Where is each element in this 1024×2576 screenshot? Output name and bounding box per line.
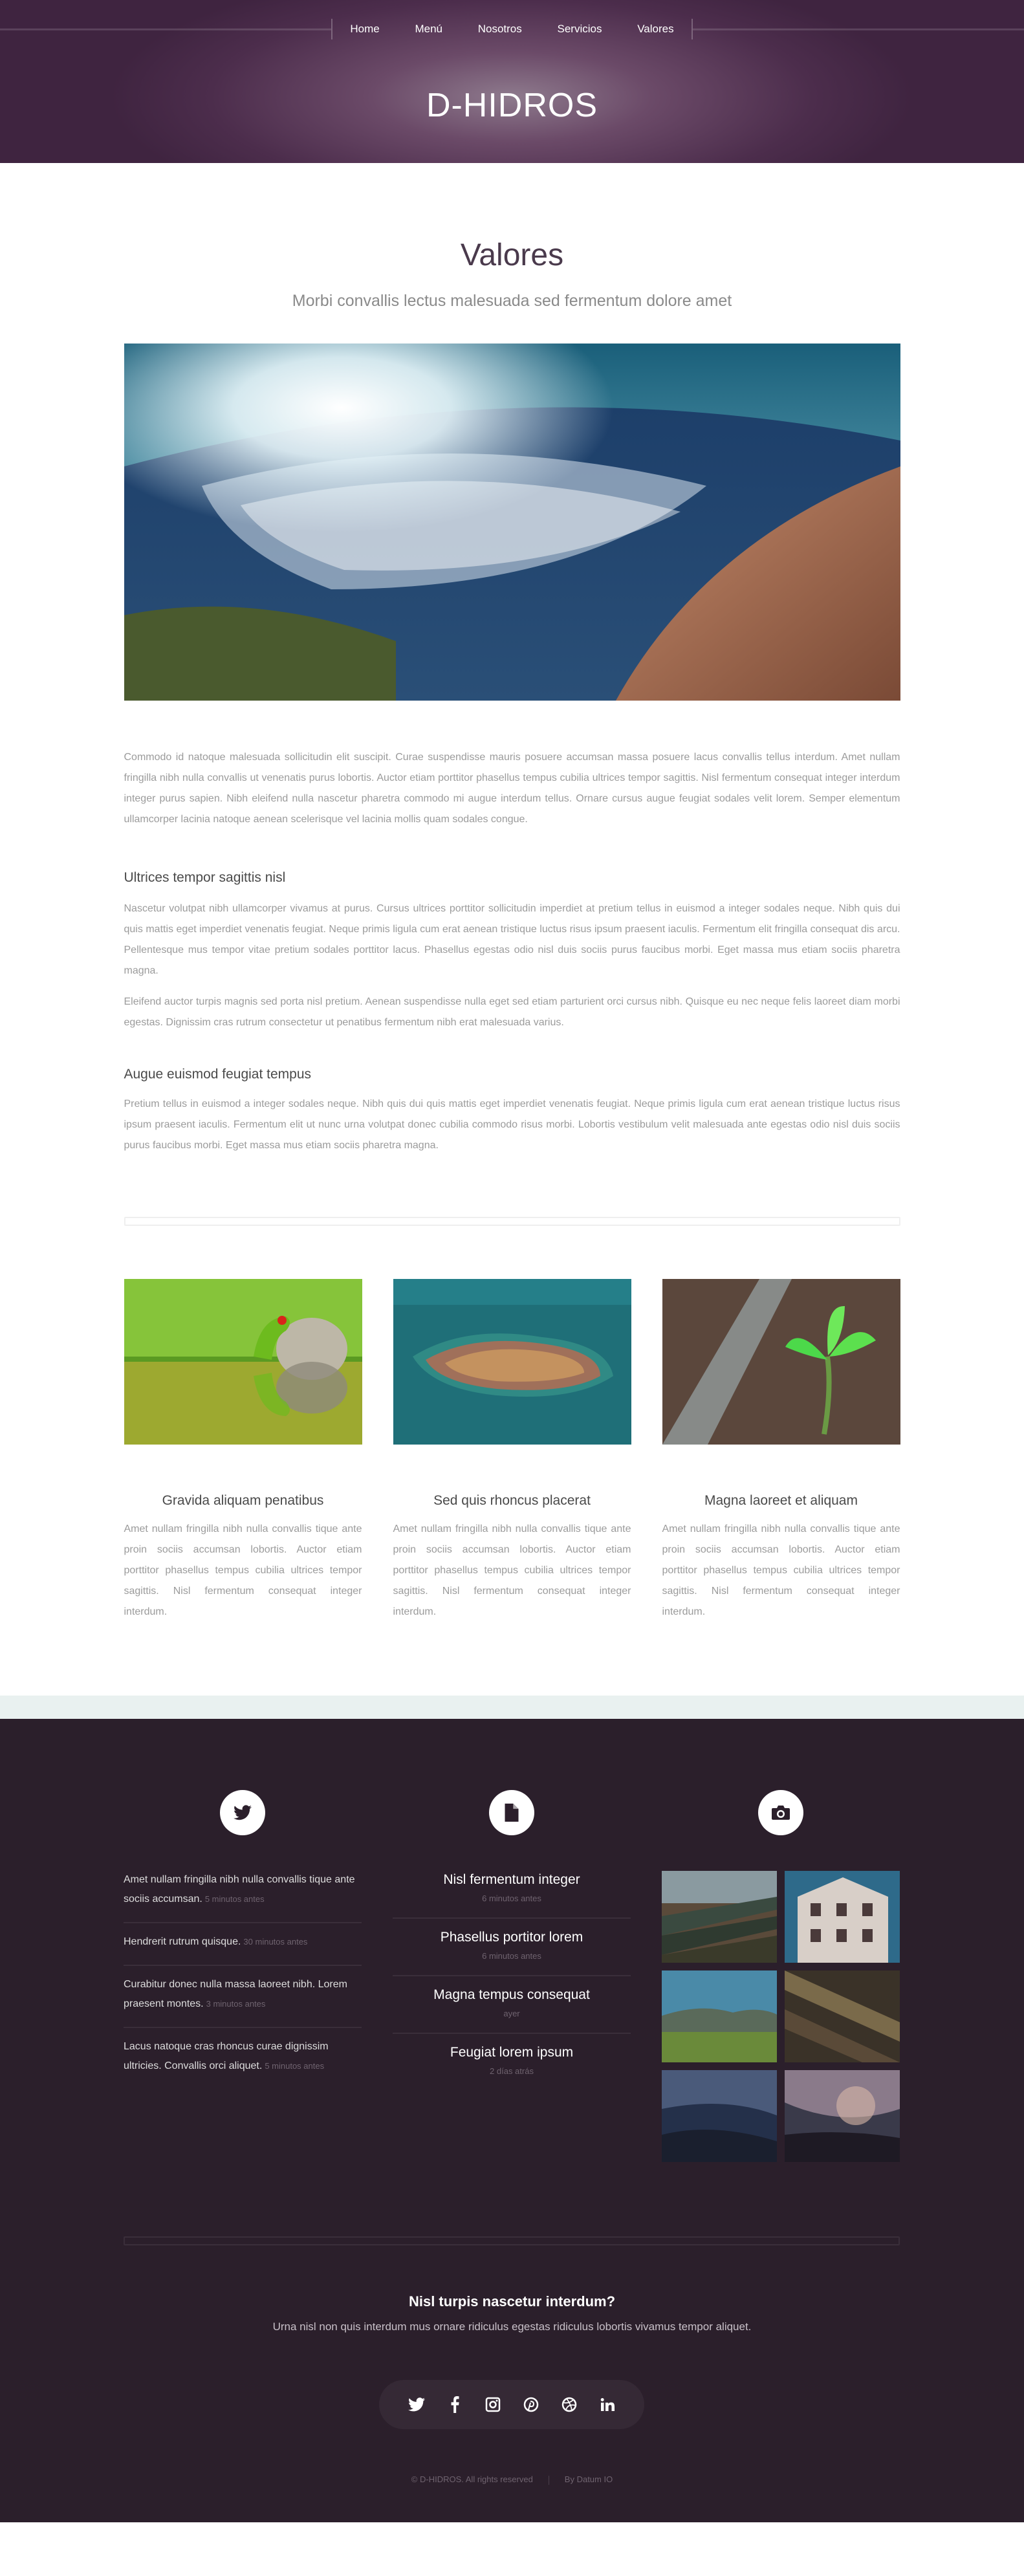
- tweet-item: Amet nullam fringilla nibh nulla convall…: [124, 1861, 362, 1923]
- site-title[interactable]: D-HIDROS: [0, 86, 1024, 125]
- social-links: [379, 2380, 644, 2429]
- nav-line-right: [693, 28, 1024, 30]
- pinterest-icon[interactable]: [519, 2393, 543, 2416]
- copyright-bar: © D-HIDROS. All rights reserved By Datum …: [0, 2474, 1024, 2485]
- site-header: Home Menú Nosotros Servicios Valores D-H…: [0, 0, 1024, 163]
- camera-icon: [758, 1790, 803, 1835]
- post-date: 2 días atrás: [490, 2066, 534, 2076]
- cta-title: Nisl turpis nascetur interdum?: [408, 2293, 616, 2309]
- tweet-time: 3 minutos antes: [206, 1999, 266, 2009]
- tweet-time: 30 minutos antes: [243, 1937, 308, 1947]
- photo-gallery: [662, 1871, 900, 2162]
- dribbble-icon[interactable]: [558, 2393, 581, 2416]
- content-divider: [124, 1217, 900, 1226]
- main-nav: Home Menú Nosotros Servicios Valores: [331, 19, 693, 39]
- tweet-item: Lacus natoque cras rhoncus curae digniss…: [124, 2028, 362, 2089]
- post-item: Nisl fermentum integer 6 minutos antes: [393, 1861, 631, 1919]
- intro-paragraph: Commodo id natoque malesuada sollicitudi…: [124, 752, 900, 825]
- copyright-text: © D-HIDROS. All rights reserved: [411, 2474, 533, 2484]
- post-date: ayer: [503, 2009, 520, 2018]
- twitter-icon[interactable]: [405, 2393, 428, 2416]
- section-2-paragraph: Pretium tellus in euismod a integer soda…: [124, 1098, 900, 1151]
- footer-divider: [124, 2236, 900, 2245]
- feature-card: Magna laoreet et aliquam Amet nullam fri…: [662, 1279, 900, 1622]
- main-content: Valores Morbi convallis lectus malesuada…: [124, 237, 900, 1622]
- post-title[interactable]: Phasellus portitor lorem: [393, 1928, 631, 1947]
- tweet-text[interactable]: Hendrerit rutrum quisque.: [124, 1936, 241, 1947]
- features-row: Gravida aliquam penatibus Amet nullam fr…: [124, 1279, 900, 1622]
- credit-link[interactable]: By Datum IO: [565, 2474, 613, 2484]
- gallery-thumb[interactable]: [785, 1970, 900, 2062]
- feature-card: Sed quis rhoncus placerat Amet nullam fr…: [393, 1279, 631, 1622]
- feature-text: Amet nullam fringilla nibh nulla convall…: [662, 1523, 900, 1617]
- gallery-thumb[interactable]: [785, 1871, 900, 1963]
- post-title[interactable]: Nisl fermentum integer: [393, 1870, 631, 1890]
- twitter-icon: [220, 1790, 265, 1835]
- page-subtitle: Morbi convallis lectus malesuada sed fer…: [292, 292, 732, 310]
- feature-card: Gravida aliquam penatibus Amet nullam fr…: [124, 1279, 362, 1622]
- feature-image-sprout[interactable]: [662, 1279, 900, 1445]
- post-list: Nisl fermentum integer 6 minutos antes P…: [393, 1861, 631, 2090]
- tweet-item: Curabitur donec nulla massa laoreet nibh…: [124, 1966, 362, 2028]
- footer-columns: Amet nullam fringilla nibh nulla convall…: [124, 1790, 900, 2162]
- post-date: 6 minutos antes: [482, 1951, 541, 1961]
- gallery-thumb[interactable]: [662, 2070, 777, 2162]
- feature-title: Sed quis rhoncus placerat: [433, 1493, 591, 1508]
- feature-image-island[interactable]: [393, 1279, 631, 1445]
- site-footer: Amet nullam fringilla nibh nulla convall…: [0, 1719, 1024, 2522]
- post-item: Magna tempus consequat ayer: [393, 1976, 631, 2034]
- tweet-item: Hendrerit rutrum quisque. 30 minutos ante…: [124, 1923, 362, 1966]
- cta-text: Urna nisl non quis interdum mus ornare r…: [272, 2320, 752, 2333]
- nav-nosotros[interactable]: Nosotros: [478, 23, 522, 36]
- page-title: Valores: [460, 238, 564, 272]
- footer-gallery-column: [662, 1790, 900, 2162]
- section-1-paragraph-1: Nascetur volutpat nibh ullamcorper vivam…: [124, 903, 900, 976]
- feature-image-frog[interactable]: [124, 1279, 362, 1445]
- post-title[interactable]: Feugiat lorem ipsum: [393, 2043, 631, 2062]
- hero-image: [124, 344, 900, 701]
- nav-servicios[interactable]: Servicios: [557, 23, 602, 36]
- instagram-icon[interactable]: [481, 2393, 505, 2416]
- gallery-thumb[interactable]: [785, 2070, 900, 2162]
- post-item: Feugiat lorem ipsum 2 días atrás: [393, 2034, 631, 2090]
- section-1-paragraph-2: Eleifend auctor turpis magnis sed porta …: [124, 996, 900, 1028]
- footer-posts-column: Nisl fermentum integer 6 minutos antes P…: [393, 1790, 631, 2162]
- feature-text: Amet nullam fringilla nibh nulla convall…: [393, 1523, 631, 1617]
- gallery-thumb[interactable]: [662, 1970, 777, 2062]
- post-title[interactable]: Magna tempus consequat: [393, 1985, 631, 2005]
- section-heading-1: Ultrices tempor sagittis nisl: [124, 870, 286, 885]
- feature-title: Gravida aliquam penatibus: [162, 1493, 324, 1508]
- nav-home[interactable]: Home: [350, 23, 379, 36]
- nav-line-left: [0, 28, 331, 30]
- linkedin-icon[interactable]: [596, 2393, 619, 2416]
- post-date: 6 minutos antes: [482, 1894, 541, 1903]
- feature-text: Amet nullam fringilla nibh nulla convall…: [124, 1523, 362, 1617]
- gallery-thumb[interactable]: [662, 1871, 777, 1963]
- section-heading-2: Augue euismod feugiat tempus: [124, 1067, 312, 1082]
- tweet-list: Amet nullam fringilla nibh nulla convall…: [124, 1861, 362, 2089]
- tweet-time: 5 minutos antes: [204, 1894, 265, 1904]
- document-icon: [489, 1790, 534, 1835]
- footer-band: [0, 1696, 1024, 1719]
- feature-title: Magna laoreet et aliquam: [704, 1493, 858, 1508]
- nav-valores[interactable]: Valores: [637, 23, 673, 36]
- facebook-icon[interactable]: [443, 2393, 466, 2416]
- post-item: Phasellus portitor lorem 6 minutos antes: [393, 1919, 631, 1976]
- footer-tweets-column: Amet nullam fringilla nibh nulla convall…: [124, 1790, 362, 2162]
- nav-menu[interactable]: Menú: [415, 23, 442, 36]
- tweet-time: 5 minutos antes: [265, 2061, 325, 2071]
